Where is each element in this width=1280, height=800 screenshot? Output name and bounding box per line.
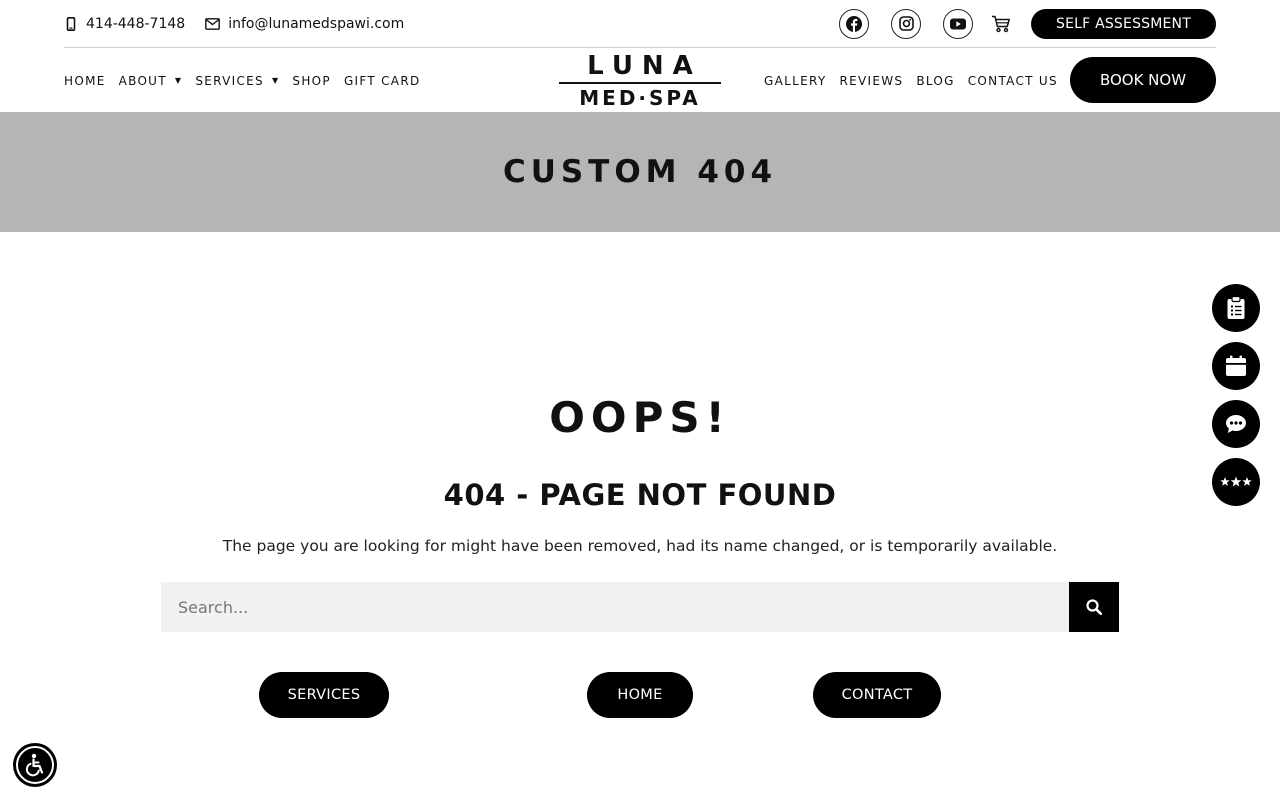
self-assessment-button[interactable]: SELF ASSESSMENT <box>1031 8 1216 39</box>
nav-gift-card[interactable]: GIFT CARD <box>344 74 421 88</box>
nav-gallery[interactable]: GALLERY <box>764 74 826 88</box>
nav-gift-card-label: GIFT CARD <box>343 73 421 88</box>
nav-gallery-label: GALLERY <box>764 73 827 88</box>
banner-title: CUSTOM 404 <box>502 154 778 190</box>
accessibility-button[interactable] <box>13 743 57 787</box>
contact-button[interactable]: CONTACT <box>813 672 941 718</box>
search-input[interactable] <box>161 582 1069 632</box>
main-nav: HOME ABOUT ▼ SERVICES ▼ SHOP GIFT CARD LUN… <box>64 49 1216 112</box>
search-button[interactable] <box>1069 582 1119 632</box>
caret-down-icon: ▼ <box>271 76 280 85</box>
cart-icon[interactable] <box>991 15 1011 33</box>
phone-text: 414-448-7148 <box>86 15 186 32</box>
chat-icon[interactable] <box>1212 400 1260 448</box>
search-icon <box>1086 599 1102 615</box>
accessibility-icon <box>16 746 54 784</box>
nav-contact-us[interactable]: CONTACT US <box>968 74 1058 88</box>
nav-reviews[interactable]: REVIEWS <box>839 74 903 88</box>
nav-about[interactable]: ABOUT ▼ <box>119 74 183 88</box>
envelope-icon <box>205 17 221 30</box>
logo-divider <box>559 82 721 84</box>
youtube-icon[interactable] <box>943 8 974 39</box>
nav-home-label: HOME <box>64 73 106 88</box>
instagram-icon[interactable] <box>891 8 922 39</box>
nav-reviews-label: REVIEWS <box>839 73 904 88</box>
nav-blog[interactable]: BLOG <box>916 74 954 88</box>
nav-services-label: SERVICES <box>195 73 264 88</box>
nav-about-label: ABOUT <box>118 73 167 88</box>
nav-services[interactable]: SERVICES ▼ <box>195 74 279 88</box>
caret-down-icon: ▼ <box>174 76 183 85</box>
nav-right: GALLERY REVIEWS BLOG CONTACT US <box>764 74 1071 88</box>
logo-bottom-text: MED·SPA <box>579 86 701 110</box>
not-found-description: The page you are looking for might have … <box>222 537 1058 555</box>
email-text: info@lunamedspawi.com <box>228 15 405 32</box>
home-button[interactable]: HOME <box>587 672 693 718</box>
nav-shop-label: SHOP <box>292 73 331 88</box>
book-now-button[interactable]: BOOK NOW <box>1070 57 1216 103</box>
top-bar: 414-448-7148 info@lunamedspawi.com SELF … <box>64 0 1216 48</box>
clipboard-icon[interactable] <box>1212 284 1260 332</box>
services-button[interactable]: SERVICES <box>259 672 389 718</box>
oops-heading: OOPS! <box>549 393 731 442</box>
page-banner: CUSTOM 404 <box>0 112 1280 232</box>
nav-left: HOME ABOUT ▼ SERVICES ▼ SHOP GIFT CARD <box>64 74 434 88</box>
phone-icon <box>66 16 76 31</box>
email-link[interactable]: info@lunamedspawi.com <box>205 16 404 32</box>
facebook-icon[interactable] <box>839 8 870 39</box>
not-found-heading: 404 - PAGE NOT FOUND <box>443 478 837 512</box>
nav-shop[interactable]: SHOP <box>292 74 331 88</box>
stars-icon[interactable] <box>1212 458 1260 506</box>
phone-link[interactable]: 414-448-7148 <box>64 16 185 32</box>
nav-blog-label: BLOG <box>916 73 955 88</box>
nav-home[interactable]: HOME <box>64 74 106 88</box>
topbar-actions: SELF ASSESSMENT <box>817 8 1216 39</box>
logo[interactable]: LUNA MED·SPA <box>559 53 721 109</box>
logo-top-text: LUNA <box>587 51 702 81</box>
search-form <box>161 582 1119 632</box>
calendar-icon[interactable] <box>1212 342 1260 390</box>
nav-contact-us-label: CONTACT US <box>967 73 1058 88</box>
